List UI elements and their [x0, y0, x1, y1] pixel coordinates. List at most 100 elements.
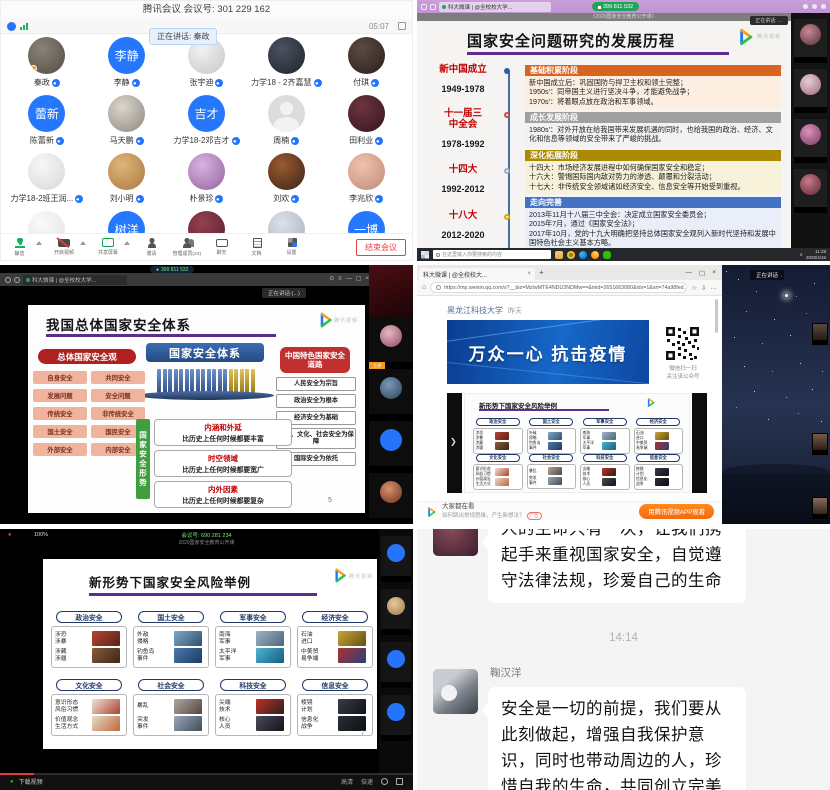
toolbar-doc[interactable]: 文档: [244, 238, 270, 257]
video-tile[interactable]: [812, 433, 828, 455]
participant-tile[interactable]: 付琪: [326, 37, 406, 94]
participant-tile[interactable]: 力学18 - 2齐嘉慧: [246, 37, 326, 94]
thumbnail-image: [174, 631, 202, 646]
video-tile[interactable]: [369, 369, 413, 421]
address-field[interactable]: https://mp.weixin.qq.com/s?__biz=MzIwMTE…: [430, 282, 687, 293]
video-tile[interactable]: [794, 19, 827, 63]
back-icon[interactable]: [5, 277, 11, 283]
video-tile[interactable]: [794, 69, 827, 113]
chrome-icon[interactable]: [567, 251, 575, 259]
toolbar-members[interactable]: 管理成员(24): [174, 238, 200, 257]
progress-bar[interactable]: [0, 773, 413, 775]
participant-tile[interactable]: 朴景珍: [167, 153, 247, 210]
download-video-button[interactable]: 下载视频: [19, 777, 43, 786]
wechat-icon[interactable]: [603, 251, 611, 259]
timeline-dot: [504, 112, 510, 118]
chevron-right-icon[interactable]: ❯: [450, 437, 457, 446]
system-tray[interactable]: ∧ 11:282020/4/15: [800, 249, 826, 260]
participant-tile[interactable]: 蕾新陈蕾新: [7, 95, 87, 152]
toolbar-label: 设置: [287, 248, 297, 255]
more-icon[interactable]: …: [711, 284, 718, 291]
timeline-item: 新中国成立1949-1978: [423, 65, 503, 94]
chevron-up-icon[interactable]: [36, 241, 42, 245]
video-tile[interactable]: [369, 265, 413, 317]
toolbar-invite[interactable]: 邀请: [139, 238, 165, 257]
folder-icon[interactable]: [555, 251, 563, 259]
window-controls[interactable]: ⊙≡—▢×: [329, 273, 369, 286]
home-icon[interactable]: ⌂: [422, 284, 426, 291]
thumbnail-image: [338, 648, 366, 663]
risk-group-body: 暴乱突发 事件: [527, 464, 577, 489]
end-meeting-button[interactable]: 结束会议: [356, 239, 406, 256]
fullscreen-icon[interactable]: [396, 778, 403, 785]
open-app-button[interactable]: 用腾讯视频APP观看: [639, 504, 714, 519]
refresh-icon[interactable]: [430, 4, 436, 10]
avatar[interactable]: [433, 529, 478, 556]
stage-body: 十四大：市场经济发展进程中如何确保国家安全和稳定；十六大：警惕国际国内敌对势力的…: [525, 161, 781, 194]
firefox-icon[interactable]: [591, 251, 599, 259]
browser-tab[interactable]: 科大微课 | @全校校大...×: [419, 268, 535, 280]
avatar: 吉才: [188, 95, 225, 132]
video-tile[interactable]: [369, 421, 413, 473]
toolbar-camera[interactable]: 开启视频: [51, 238, 77, 256]
risk-group: 信息安全棱镜 计划信息化 战争: [634, 454, 684, 490]
toolbar-apps[interactable]: 设置: [279, 238, 305, 256]
video-tile[interactable]: [794, 169, 827, 213]
toolbar-mic[interactable]: 静音: [7, 238, 33, 257]
speed-button[interactable]: 倍速: [361, 777, 373, 786]
windows-taskbar: 在这里输入你要搜索的内容 ∧ 11:282020/4/15: [417, 248, 830, 261]
video-tile[interactable]: 主讲: [369, 317, 413, 369]
chevron-up-icon[interactable]: [80, 241, 86, 245]
edge-icon[interactable]: [579, 251, 587, 259]
collections-icon[interactable]: ⇩: [701, 284, 706, 292]
avatar[interactable]: [433, 669, 478, 714]
participant-tile[interactable]: 李兆欣: [326, 153, 406, 210]
participant-tile[interactable]: 周楠: [246, 95, 326, 152]
windows-start-icon[interactable]: [421, 251, 429, 259]
participant-tile[interactable]: 秦政: [7, 37, 87, 94]
risk-item-label: 南海 军事: [583, 431, 600, 440]
participant-tile[interactable]: 力学18-2班王润...: [7, 153, 87, 210]
participant-tile[interactable]: 马天鹏: [87, 95, 167, 152]
video-tile[interactable]: [369, 473, 413, 524]
chevron-up-icon[interactable]: [124, 241, 130, 245]
back-icon[interactable]: [421, 4, 427, 10]
video-tile[interactable]: [381, 536, 411, 582]
participant-tile[interactable]: 李静李静: [87, 37, 167, 94]
meeting-id-pill[interactable]: 399 811 532: [592, 2, 639, 11]
settings-icon[interactable]: [381, 778, 388, 785]
fullscreen-icon[interactable]: [398, 22, 406, 30]
participant-tile[interactable]: 张宇迪: [167, 37, 247, 94]
risk-group: 文化安全意识形态 风俗习惯价值观念 生活方式: [51, 679, 127, 736]
article-source[interactable]: 黑龙江科技大学昨天: [447, 305, 522, 316]
browser-tab[interactable]: 科大微课 | @全校校大学...: [23, 275, 127, 285]
taskbar-search-input[interactable]: 在这里输入你要搜索的内容: [433, 250, 551, 259]
participant-tile[interactable]: 刘欢: [246, 153, 326, 210]
new-tab-icon[interactable]: +: [539, 268, 544, 277]
participant-tile[interactable]: 田利业: [326, 95, 406, 152]
favorite-icon[interactable]: ☆: [691, 284, 697, 292]
video-tile[interactable]: [381, 589, 411, 635]
video-thumbnail[interactable]: 新形势下国家安全风险举例 政治安全涉恐 涉暴涉藏 涉疆国土安全外敌 侵略钓鱼岛 …: [464, 393, 690, 493]
video-tile[interactable]: [812, 323, 828, 345]
video-tile[interactable]: [381, 642, 411, 688]
embedded-video[interactable]: ❯ 新形势下国家安全风险举例 政治安全涉恐 涉暴涉藏 涉疆国土安全外敌 侵略钓鱼…: [447, 393, 707, 493]
toolbar-screen[interactable]: 共享屏幕: [95, 238, 121, 256]
participant-tile[interactable]: 吉才力学18-2邓吉才: [167, 95, 247, 152]
browser-tab[interactable]: 科大微课 | @全校校大学...: [439, 2, 551, 12]
window-controls[interactable]: —▢×: [686, 269, 720, 277]
scrollbar[interactable]: [715, 299, 718, 333]
participant-tile[interactable]: 刘小明: [87, 153, 167, 210]
quality-button[interactable]: 高清: [341, 777, 353, 786]
audio-badge-icon: [291, 195, 299, 203]
video-tile[interactable]: [812, 497, 828, 519]
window-controls[interactable]: [803, 4, 826, 9]
risk-item: 信息化 战争: [636, 477, 681, 486]
video-tile[interactable]: [381, 695, 411, 741]
participant-strip: [791, 13, 830, 248]
tab-close-icon[interactable]: ×: [527, 271, 531, 277]
toolbar-chat[interactable]: 聊天: [209, 238, 235, 256]
video-tile[interactable]: [794, 119, 827, 163]
stage-line: 2015年7月，通过《国家安全法》；: [529, 219, 777, 228]
refresh-icon[interactable]: [14, 277, 20, 283]
